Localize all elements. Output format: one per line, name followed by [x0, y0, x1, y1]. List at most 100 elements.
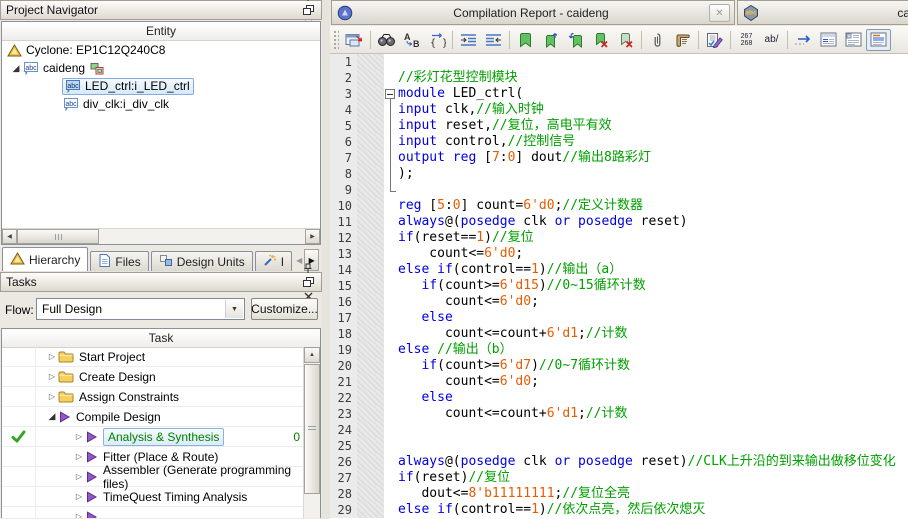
float-button[interactable]	[300, 275, 316, 289]
code-text[interactable]: if(count>=6'd15)//0~15循环计数	[398, 278, 908, 294]
code-text[interactable]: if(count>=6'd7)//0~7循环计数	[398, 358, 908, 374]
code-line[interactable]: 27if(reset)//复位	[330, 470, 908, 486]
code-text[interactable]: output reg [7:0] dout//输出8路彩灯	[398, 150, 908, 166]
tree-item[interactable]: abcdiv_clk:i_div_clk	[2, 95, 320, 113]
expand-collapse-icon[interactable]: ▷	[73, 452, 85, 461]
goto-icon[interactable]	[791, 29, 816, 51]
code-line[interactable]: 8);	[330, 166, 908, 182]
source-file-window-titlebar[interactable]: abc caideng.v	[737, 0, 908, 25]
project-navigator-titlebar[interactable]: Project Navigator	[0, 0, 322, 20]
code-text[interactable]	[398, 438, 908, 454]
code-line[interactable]: 2//彩灯花型控制模块	[330, 70, 908, 86]
code-line[interactable]: 12if(reset==1)//复位	[330, 230, 908, 246]
code-line[interactable]: 11always@(posedge clk or posedge reset)	[330, 214, 908, 230]
code-text[interactable]: reg [5:0] count=6'd0;//定义计数器	[398, 198, 908, 214]
code-text[interactable]: if(reset==1)//复位	[398, 230, 908, 246]
expand-collapse-icon[interactable]: ▷	[46, 372, 58, 381]
unindent-icon[interactable]	[481, 29, 506, 51]
tree-item[interactable]: abcLED_ctrl:i_LED_ctrl	[2, 77, 320, 95]
word-misspell-icon[interactable]: ab/	[759, 29, 784, 51]
code-text[interactable]: else if(control==1)//依次点亮，然后依次熄灭	[398, 502, 908, 518]
code-line[interactable]: 25	[330, 438, 908, 454]
code-line[interactable]: 23 count<=count+6'd1;//计数	[330, 406, 908, 422]
flow-select[interactable]: Full Design ▼	[36, 298, 245, 320]
tab-design-units[interactable]: Design Units	[151, 251, 253, 271]
doc-view-split-icon[interactable]	[866, 29, 891, 51]
expand-collapse-icon[interactable]: ▷	[46, 352, 58, 361]
task-row[interactable]: ▷Assembler (Generate programming files)	[2, 467, 304, 487]
code-line[interactable]: 9	[330, 182, 908, 198]
code-line[interactable]: 13 count<=6'd0;	[330, 246, 908, 262]
expand-collapse-icon[interactable]: ▷	[73, 432, 85, 441]
code-line[interactable]: 22 else	[330, 390, 908, 406]
code-line[interactable]: 14else if(control==1)//输出（a）	[330, 262, 908, 278]
tab-files[interactable]: Files	[90, 251, 148, 271]
code-line[interactable]: 19else //输出（b）	[330, 342, 908, 358]
tab-hierarchy[interactable]: Hierarchy	[2, 247, 88, 271]
code-text[interactable]: count<=6'd0;	[398, 246, 908, 262]
task-row[interactable]: ▷TimeQuest Timing Analysis	[2, 487, 304, 507]
code-text[interactable]: );	[398, 166, 908, 182]
float-button[interactable]	[300, 3, 316, 17]
code-line[interactable]: 6input control,//控制信号	[330, 134, 908, 150]
expand-collapse-icon[interactable]: ▷	[73, 472, 85, 481]
tree-item[interactable]: Cyclone: EP1C12Q240C8	[2, 41, 320, 59]
tab-i[interactable]: I	[255, 251, 292, 271]
code-text[interactable]	[398, 182, 908, 198]
scroll-left-button[interactable]: ◀	[2, 229, 17, 244]
code-line[interactable]: 18 count<=count+6'd1;//计数	[330, 326, 908, 342]
code-line[interactable]: 17 else	[330, 310, 908, 326]
code-text[interactable]: else //输出（b）	[398, 342, 908, 358]
template-icon[interactable]	[670, 29, 695, 51]
replace-icon[interactable]: AB	[399, 29, 424, 51]
code-text[interactable]: count<=count+6'd1;//计数	[398, 406, 908, 422]
code-text[interactable]: if(reset)//复位	[398, 470, 908, 486]
task-row[interactable]: ▷Create Design	[2, 367, 304, 387]
line-count-icon[interactable]: 267268	[734, 29, 759, 51]
code-line[interactable]: 10reg [5:0] count=6'd0;//定义计数器	[330, 198, 908, 214]
code-line[interactable]: 20 if(count>=6'd7)//0~7循环计数	[330, 358, 908, 374]
task-row[interactable]: ◢Compile Design	[2, 407, 304, 427]
attach-icon[interactable]	[645, 29, 670, 51]
code-text[interactable]: count<=count+6'd1;//计数	[398, 326, 908, 342]
code-line[interactable]: 7output reg [7:0] dout//输出8路彩灯	[330, 150, 908, 166]
scroll-right-button[interactable]: ▶	[305, 229, 320, 244]
navigator-horizontal-scrollbar[interactable]: ◀ ▶	[2, 228, 320, 244]
code-text[interactable]: always@(posedge clk or posedge reset)	[398, 214, 908, 230]
code-line[interactable]: 28 dout<=8'b11111111;//复位全亮	[330, 486, 908, 502]
fold-toggle-icon[interactable]	[385, 89, 395, 99]
code-text[interactable]: else	[398, 310, 908, 326]
expand-collapse-icon[interactable]: ▷	[46, 392, 58, 401]
code-line[interactable]: 26always@(posedge clk or posedge reset)/…	[330, 454, 908, 470]
code-text[interactable]: count<=6'd0;	[398, 374, 908, 390]
task-row[interactable]: ▷Assign Constraints	[2, 387, 304, 407]
tasks-vertical-scrollbar[interactable]: ▲ ▼	[303, 347, 320, 518]
spell-check-icon[interactable]	[702, 29, 727, 51]
bookmark-clear-icon[interactable]	[588, 29, 613, 51]
code-line[interactable]: 15 if(count>=6'd15)//0~15循环计数	[330, 278, 908, 294]
code-text[interactable]: //彩灯花型控制模块	[398, 70, 908, 86]
code-text[interactable]	[398, 54, 908, 70]
code-line[interactable]: 5input reset,//复位，高电平有效	[330, 118, 908, 134]
code-text[interactable]: module LED_ctrl(	[398, 86, 908, 102]
code-text[interactable]: input control,//控制信号	[398, 134, 908, 150]
compilation-report-window-titlebar[interactable]: Compilation Report - caideng ✕	[331, 0, 735, 25]
code-line[interactable]: 1	[330, 54, 908, 70]
bookmark-prev-icon[interactable]	[563, 29, 588, 51]
close-icon[interactable]: ✕	[709, 4, 730, 22]
task-row[interactable]: ▷Analysis & Synthesis0	[2, 427, 304, 447]
code-editor[interactable]: 12//彩灯花型控制模块3module LED_ctrl(4input clk,…	[330, 54, 908, 519]
match-brace-icon[interactable]: { }	[424, 29, 449, 51]
code-text[interactable]: else if(control==1)//输出（a）	[398, 262, 908, 278]
task-row[interactable]: ▷Start Project	[2, 347, 304, 367]
scroll-up-button[interactable]: ▲	[304, 347, 320, 363]
code-text[interactable]: input clk,//输入时钟	[398, 102, 908, 118]
find-icon[interactable]	[374, 29, 399, 51]
scrollbar-thumb[interactable]	[304, 364, 320, 494]
toolbar-drag-handle[interactable]	[333, 30, 339, 50]
expand-collapse-icon[interactable]: ▷	[73, 492, 85, 501]
indent-icon[interactable]	[456, 29, 481, 51]
code-line[interactable]: 21 count<=6'd0;	[330, 374, 908, 390]
code-text[interactable]: dout<=8'b11111111;//复位全亮	[398, 486, 908, 502]
tree-item[interactable]: ◢abccaideng	[2, 59, 320, 77]
